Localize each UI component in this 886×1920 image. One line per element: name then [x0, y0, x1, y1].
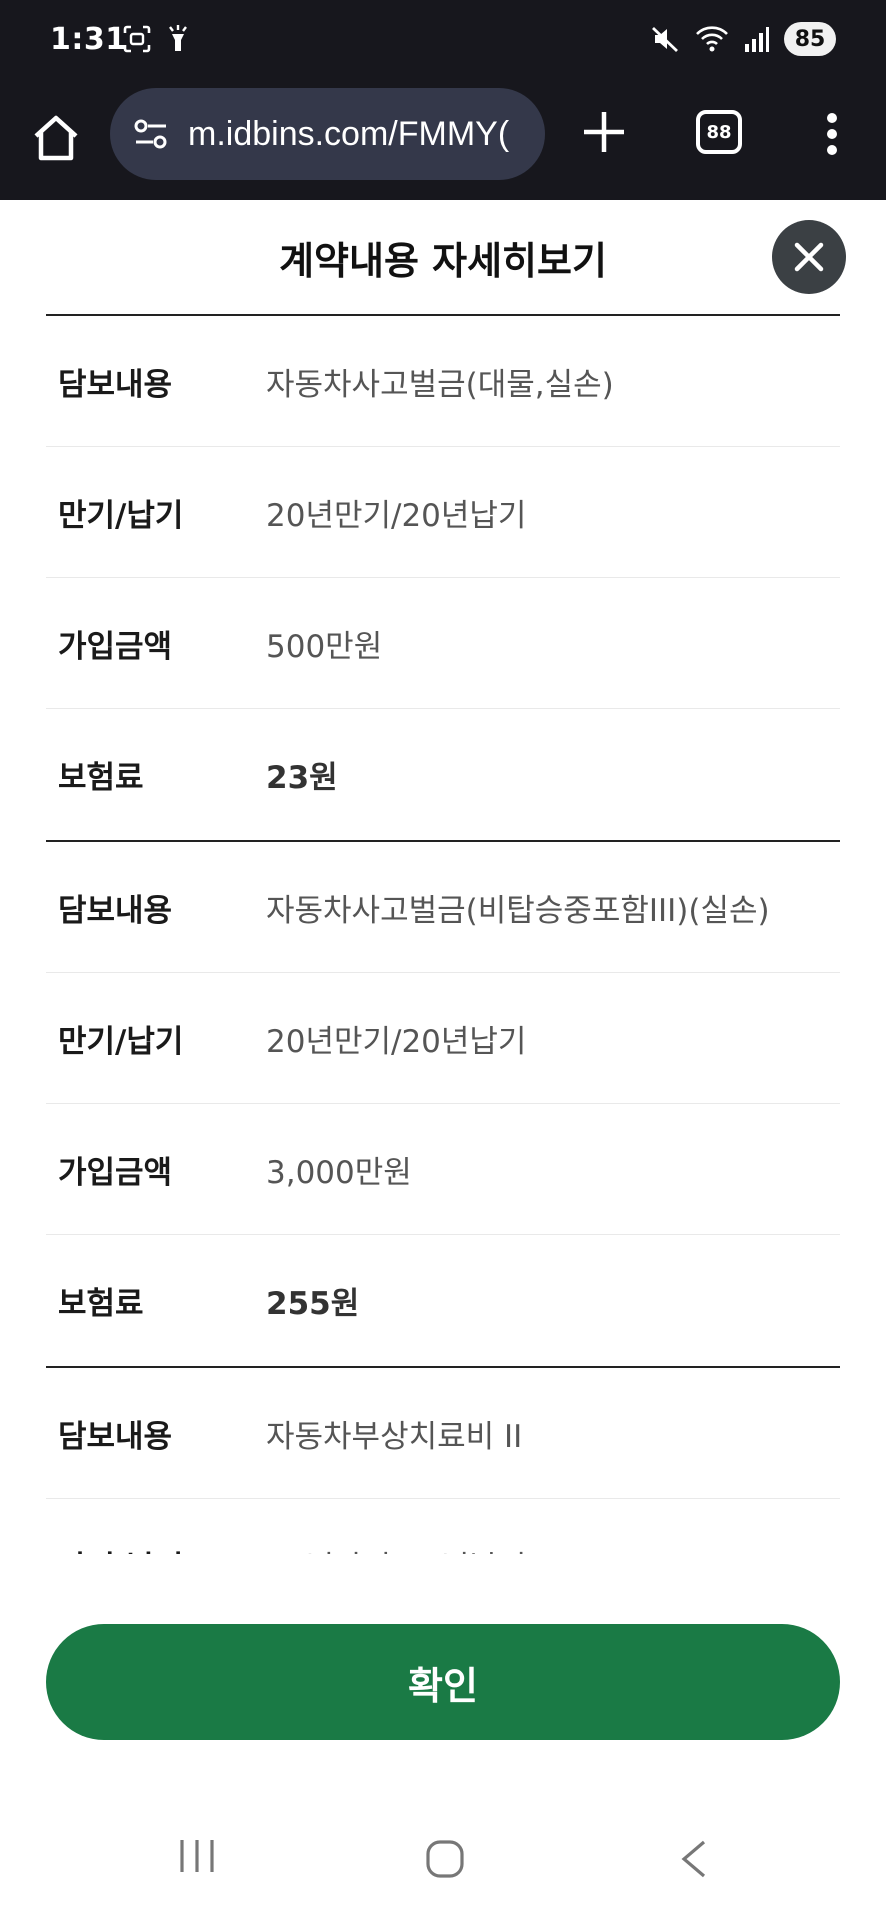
row-label: 보험료 [58, 760, 144, 796]
table-row: 만기/납기 20년만기/20년납기 [46, 1499, 840, 1554]
status-left-icons [122, 24, 190, 54]
table-row: 담보내용 자동차사고벌금(대물,실손) [46, 316, 840, 447]
url-text[interactable]: m.idbins.com/FMMY( [188, 115, 509, 154]
more-vert-icon[interactable] [812, 110, 852, 158]
signal-icon [745, 27, 769, 52]
row-value: 20년만기/20년납기 [266, 1023, 527, 1060]
premium-value: 23원 [266, 760, 338, 796]
contract-details[interactable]: 담보내용 자동차사고벌금(대물,실손) 만기/납기 20년만기/20년납기 가입… [46, 314, 840, 1554]
table-row: 보험료 23원 [46, 709, 840, 840]
row-label: 가입금액 [58, 1154, 173, 1191]
confirm-button[interactable]: 확인 [46, 1624, 840, 1740]
status-bar: 1:31 85 [0, 0, 886, 84]
row-label: 담보내용 [58, 1418, 173, 1455]
modal-header: 계약내용 자세히보기 [0, 200, 886, 314]
flashlight-icon [169, 25, 187, 51]
status-right-icons: 85 [650, 22, 836, 56]
row-value: 3,000만원 [266, 1154, 412, 1191]
row-value: 20년만기/20년납기 [266, 1542, 526, 1554]
row-label: 담보내용 [58, 892, 173, 929]
system-nav-bar [0, 1800, 886, 1920]
table-row: 가입금액 500만원 [46, 578, 840, 709]
home-circle-icon[interactable] [426, 1840, 464, 1878]
close-icon [794, 242, 824, 272]
table-row: 가입금액 3,000만원 [46, 1104, 840, 1235]
row-label: 만기/납기 [58, 1023, 184, 1060]
site-settings-icon[interactable] [132, 115, 170, 153]
row-label: 담보내용 [58, 366, 173, 403]
row-label: 보험료 [58, 1286, 144, 1322]
row-value: 500만원 [266, 628, 383, 665]
tab-count: 88 [706, 121, 732, 143]
status-time: 1:31 [50, 22, 127, 57]
wifi-icon [696, 26, 728, 52]
premium-value: 255원 [266, 1286, 360, 1322]
table-row: 보험료 255원 [46, 1235, 840, 1366]
row-label: 만기/납기 [58, 497, 184, 534]
close-button[interactable] [772, 220, 846, 294]
recent-apps-icon[interactable] [178, 1838, 216, 1874]
coverage-group: 담보내용 자동차사고벌금(비탑승중포함III)(실손) 만기/납기 20년만기/… [46, 840, 840, 1366]
row-value: 자동차사고벌금(비탑승중포함III)(실손) [266, 892, 770, 929]
screenshot-icon [123, 25, 151, 53]
row-label: 가입금액 [58, 628, 173, 665]
row-value: 자동차부상치료비 II [266, 1418, 523, 1455]
back-icon[interactable] [680, 1840, 708, 1878]
url-bar[interactable]: m.idbins.com/FMMY( [110, 88, 545, 180]
coverage-group: 담보내용 자동차사고벌금(대물,실손) 만기/납기 20년만기/20년납기 가입… [46, 314, 840, 840]
row-value: 자동차사고벌금(대물,실손) [266, 366, 614, 403]
browser-toolbar: m.idbins.com/FMMY( 88 [0, 84, 886, 200]
modal-title: 계약내용 자세히보기 [279, 239, 607, 283]
plus-icon[interactable] [578, 106, 630, 158]
row-label: 만기/납기 [46, 1542, 266, 1554]
coverage-group: 담보내용 자동차부상치료비 II 만기/납기 20년만기/20년납기 [46, 1366, 840, 1554]
table-row: 담보내용 자동차부상치료비 II [46, 1368, 840, 1499]
tabs-icon[interactable]: 88 [696, 110, 742, 154]
home-icon[interactable] [28, 110, 84, 166]
table-row: 만기/납기 20년만기/20년납기 [46, 447, 840, 578]
table-row: 담보내용 자동차사고벌금(비탑승중포함III)(실손) [46, 842, 840, 973]
row-value: 20년만기/20년납기 [266, 497, 527, 534]
table-row: 만기/납기 20년만기/20년납기 [46, 973, 840, 1104]
battery-indicator: 85 [784, 22, 836, 56]
mute-icon [652, 26, 678, 53]
